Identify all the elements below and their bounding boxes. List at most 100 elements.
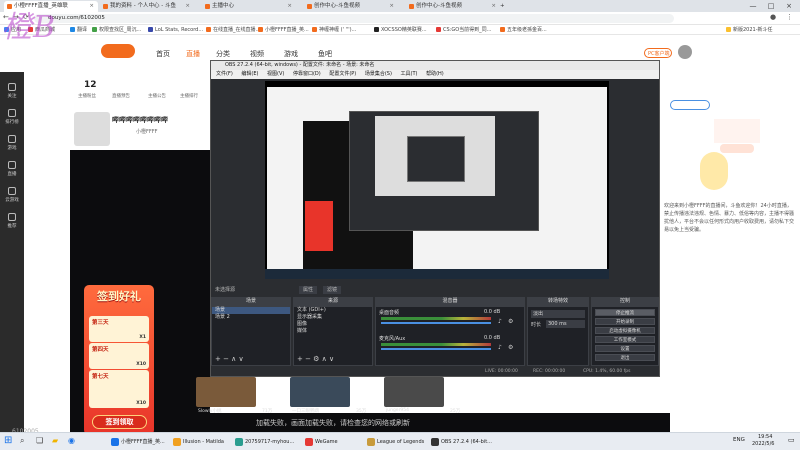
clock-date[interactable]: 2022/5/6 [752, 441, 774, 447]
recommend-thumb[interactable] [196, 377, 256, 407]
scene-item[interactable]: 场景 2 [212, 314, 290, 321]
stat-label[interactable]: 直播预告 [112, 93, 130, 99]
sidebar-item-recommend[interactable]: 推荐 [2, 210, 22, 234]
bookmark[interactable]: XOCSSO精英联赛... [374, 26, 427, 34]
close-icon[interactable]: × [287, 1, 292, 12]
source-item[interactable]: 媒体 [294, 328, 372, 335]
filters-button[interactable]: 滤镜 [323, 286, 342, 294]
anchor-avatar[interactable] [74, 112, 110, 146]
bookmark[interactable]: 在线直播_在线直播... [206, 26, 260, 34]
clock-time[interactable]: 19:54 [758, 434, 772, 440]
sidebar-item-follow[interactable]: 关注 [2, 80, 22, 104]
language-indicator[interactable]: ENG [733, 437, 745, 443]
right-tab-button[interactable] [670, 100, 710, 110]
taskbar-item[interactable]: 小橙FFFF直播_英... [110, 435, 165, 449]
start-virtual-camera-button[interactable]: 启动虚拟摄像机 [595, 327, 655, 334]
source-item[interactable]: 图像 [294, 321, 372, 328]
taskbar-item[interactable]: OBS 27.2.4 (64-bit... [430, 435, 492, 449]
bookmark[interactable]: 权限查找区_周沉... [92, 26, 141, 34]
avatar[interactable] [678, 45, 692, 59]
source-add-remove-icons[interactable]: + − ⚙ ∧ ∨ [297, 355, 334, 363]
recommend-thumb[interactable] [384, 377, 444, 407]
close-icon[interactable]: × [185, 1, 190, 12]
nav-game[interactable]: 游戏 [284, 49, 298, 59]
settings-button[interactable]: 设置 [595, 345, 655, 352]
anchor-name[interactable]: 小橙FFFF [136, 128, 158, 135]
sidebar-item-game[interactable]: 游戏 [2, 132, 22, 156]
recommend-thumb[interactable] [290, 377, 350, 407]
nav-home[interactable]: 首页 [156, 49, 170, 59]
scene-add-remove-icons[interactable]: + − ∧ ∨ [215, 355, 244, 363]
source-item[interactable]: 文本 (GDI+) [294, 307, 372, 314]
stat-label[interactable]: 主播排行 [180, 93, 198, 99]
tab-profile[interactable]: 我的资料 - 个人中心 - 斗鱼 × [100, 1, 194, 12]
tab-creator-center[interactable]: 创作中心-斗鱼视频 × [304, 1, 398, 12]
menu-scene-collection[interactable]: 场景集合(S) [365, 71, 392, 77]
new-tab-button[interactable]: + [500, 1, 512, 12]
menu-tools[interactable]: 工具(T) [401, 71, 418, 77]
obs-preview[interactable] [265, 81, 609, 279]
studio-mode-button[interactable]: 工作室模式 [595, 336, 655, 343]
windows-start-icon[interactable]: ⊞ [4, 435, 12, 446]
volume-slider[interactable] [381, 348, 491, 350]
source-item[interactable]: 显示器采集 [294, 314, 372, 321]
duration-input[interactable]: 300 ms [546, 320, 585, 328]
menu-profile[interactable]: 配置文件(P) [329, 71, 356, 77]
bookmark[interactable]: 神缠神缠 (' ''')... [312, 26, 356, 34]
maximize-icon[interactable]: □ [762, 0, 780, 12]
speaker-icon[interactable]: ♪ [498, 344, 502, 351]
task-view-icon[interactable]: ❏ [36, 436, 43, 445]
sidebar-item-cloud-game[interactable]: 云游戏 [2, 184, 22, 208]
bookmark[interactable]: LoL Stats, Record... [148, 26, 203, 34]
bookmark[interactable]: 小橙FFFF直播_英... [258, 26, 309, 34]
folder-icon[interactable]: ▰ [52, 436, 58, 445]
notification-icon[interactable]: ▭ [788, 436, 795, 444]
gift-button[interactable] [720, 144, 754, 153]
stat-label[interactable]: 主播公告 [148, 93, 166, 99]
start-recording-button[interactable]: 开始录制 [595, 318, 655, 325]
scene-item[interactable]: 场景 [212, 307, 290, 314]
taskbar-item[interactable]: Illusion - Matilda [172, 435, 224, 449]
menu-file[interactable]: 文件(F) [216, 71, 233, 77]
profile-icon[interactable]: ● [770, 13, 776, 21]
menu-icon[interactable]: ⋮ [786, 13, 793, 21]
close-icon[interactable]: × [491, 1, 496, 12]
nav-video[interactable]: 视频 [250, 49, 264, 59]
bookmark[interactable]: CS:GO当前得到_同... [436, 26, 491, 34]
tab-anchor-center[interactable]: 主播中心 × [202, 1, 296, 12]
bookmark[interactable]: 五年级老孫金百... [500, 26, 547, 34]
bookmark[interactable]: 新版2021-新斗任 [726, 26, 773, 34]
taskbar-item[interactable]: WeGame [304, 435, 338, 449]
menu-docks[interactable]: 停靠窗口(D) [293, 71, 321, 77]
sidebar-item-rank[interactable]: 排行榜 [2, 106, 22, 130]
nav-category[interactable]: 分类 [216, 49, 230, 59]
exit-button[interactable]: 退出 [595, 354, 655, 361]
gift-card[interactable] [714, 119, 760, 143]
close-icon[interactable]: × [89, 1, 94, 12]
nav-fishbar[interactable]: 鱼吧 [318, 49, 332, 59]
browser-icon[interactable]: ◉ [68, 436, 75, 445]
volume-slider[interactable] [381, 322, 491, 324]
signin-claim-button[interactable]: 签到领取 [92, 415, 147, 429]
menu-view[interactable]: 视图(V) [267, 71, 284, 77]
transition-select[interactable]: 淡出 [531, 310, 585, 318]
stop-streaming-button[interactable]: 停止推流 [595, 309, 655, 316]
gear-icon[interactable]: ⚙ [508, 344, 513, 351]
taskbar-item[interactable]: League of Legends [366, 435, 424, 449]
properties-button[interactable]: 属性 [299, 286, 318, 294]
douyu-logo[interactable] [101, 44, 135, 58]
minimize-icon[interactable]: — [744, 0, 762, 12]
url-input[interactable]: douyu.com/6102005 [34, 14, 674, 23]
close-icon[interactable]: × [389, 1, 394, 12]
search-icon[interactable]: ⌕ [20, 436, 24, 446]
bookmark[interactable]: 翻译 [70, 26, 87, 34]
client-button[interactable]: PC客户端 [644, 48, 672, 58]
menu-help[interactable]: 帮助(H) [426, 71, 444, 77]
speaker-icon[interactable]: ♪ [498, 318, 502, 325]
close-window-icon[interactable]: × [780, 0, 798, 12]
menu-edit[interactable]: 编辑(E) [241, 71, 258, 77]
gear-icon[interactable]: ⚙ [508, 318, 513, 325]
tab-creator-center-2[interactable]: 创作中心-斗鱼视频 × [406, 1, 500, 12]
sidebar-item-live[interactable]: 直播 [2, 158, 22, 182]
nav-live[interactable]: 直播 [186, 49, 200, 59]
